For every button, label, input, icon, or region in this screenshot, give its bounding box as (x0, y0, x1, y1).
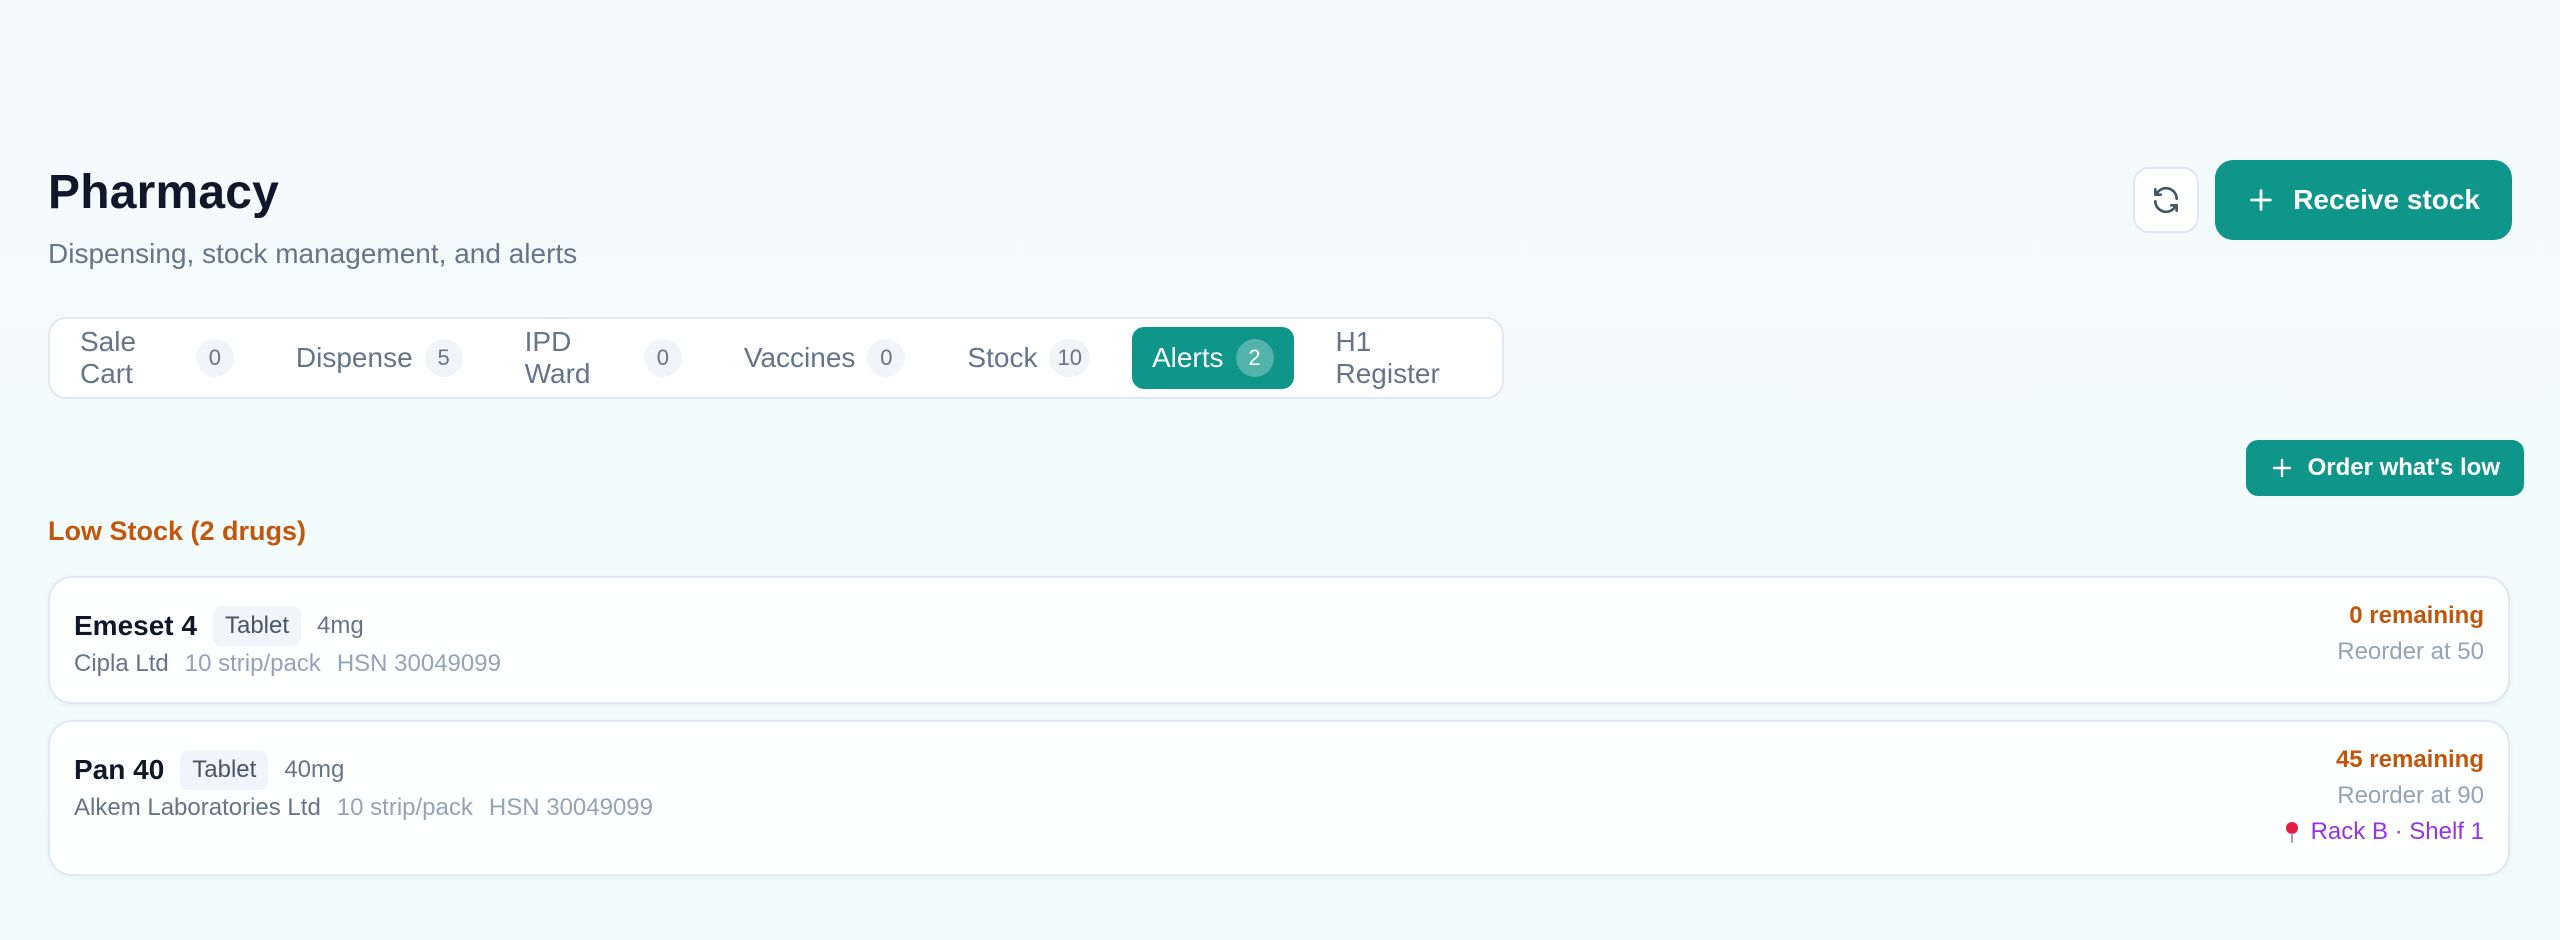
drug-manufacturer: Alkem Laboratories Ltd (74, 794, 321, 821)
storage-location: Rack B · Shelf 1 (2283, 818, 2484, 846)
drug-strength: 4mg (317, 612, 364, 639)
storage-location-label: Rack B · Shelf 1 (2310, 818, 2484, 845)
page-title: Pharmacy (48, 166, 280, 219)
drug-name: Pan 40 (74, 754, 165, 785)
receive-stock-label: Receive stock (2293, 184, 2480, 215)
tab-alerts[interactable]: Alerts 2 (1131, 327, 1294, 389)
refresh-icon (2154, 186, 2179, 214)
tab-label: H1 Register (1335, 326, 1440, 389)
low-stock-item[interactable]: Emeset 4 Tablet 4mg Cipla Ltd 10 strip/p… (48, 576, 2510, 704)
page-subtitle: Dispensing, stock management, and alerts (48, 238, 578, 269)
reorder-level: Reorder at 50 (2337, 638, 2484, 665)
low-stock-heading: Low Stock (2 drugs) (48, 516, 307, 546)
tab-vaccines[interactable]: Vaccines 0 (724, 327, 926, 389)
tab-h1-register[interactable]: H1 Register (1316, 326, 1492, 389)
tab-label: Vaccines (743, 342, 856, 373)
drug-form-badge: Tablet (180, 750, 269, 790)
tab-stock[interactable]: Stock 10 (947, 327, 1110, 389)
tab-label: Sale Cart (80, 326, 137, 389)
tab-count-badge: 2 (1235, 339, 1274, 377)
order-whats-low-label: Order what's low (2307, 454, 2500, 481)
plus-icon (2250, 189, 2272, 211)
drug-manufacturer: Cipla Ltd (74, 650, 169, 677)
low-stock-item[interactable]: Pan 40 Tablet 40mg Alkem Laboratories Lt… (48, 720, 2510, 876)
tab-ipd-ward[interactable]: IPD Ward 0 (505, 326, 702, 389)
drug-pack-size: 10 strip/pack (336, 794, 473, 821)
drug-strength: 40mg (284, 756, 345, 783)
tab-sale-cart[interactable]: Sale Cart 0 (60, 326, 254, 389)
refresh-button[interactable] (2133, 167, 2200, 233)
tab-label: Dispense (295, 342, 413, 373)
tab-count-badge: 0 (867, 339, 906, 377)
drug-hsn-code: HSN 30049099 (488, 794, 653, 821)
remaining-quantity: 0 remaining (2349, 602, 2484, 629)
remaining-quantity: 45 remaining (2335, 746, 2484, 773)
reorder-level: Reorder at 90 (2337, 782, 2484, 809)
receive-stock-button[interactable]: Receive stock (2215, 160, 2512, 240)
header-actions: Receive stock (2133, 160, 2512, 240)
plus-icon (2272, 458, 2291, 478)
tab-label: IPD Ward (524, 326, 591, 389)
page-header: Pharmacy Dispensing, stock management, a… (48, 168, 577, 270)
order-whats-low-button[interactable]: Order what's low (2245, 440, 2524, 496)
tab-label: Stock (967, 342, 1038, 373)
drug-hsn-code: HSN 30049099 (336, 650, 501, 677)
tab-label: Alerts (1151, 342, 1224, 373)
drug-form-badge: Tablet (212, 606, 302, 646)
tab-count-badge: 0 (643, 339, 682, 377)
tab-bar: Sale Cart 0 Dispense 5 IPD Ward 0 Vaccin… (48, 317, 1504, 399)
tab-count-badge: 10 (1049, 339, 1090, 377)
drug-name: Emeset 4 (74, 610, 197, 641)
tab-count-badge: 0 (195, 339, 234, 377)
tab-count-badge: 5 (424, 339, 463, 377)
tab-dispense[interactable]: Dispense 5 (276, 327, 483, 389)
drug-pack-size: 10 strip/pack (184, 650, 321, 677)
map-pin-icon (2285, 822, 2298, 843)
